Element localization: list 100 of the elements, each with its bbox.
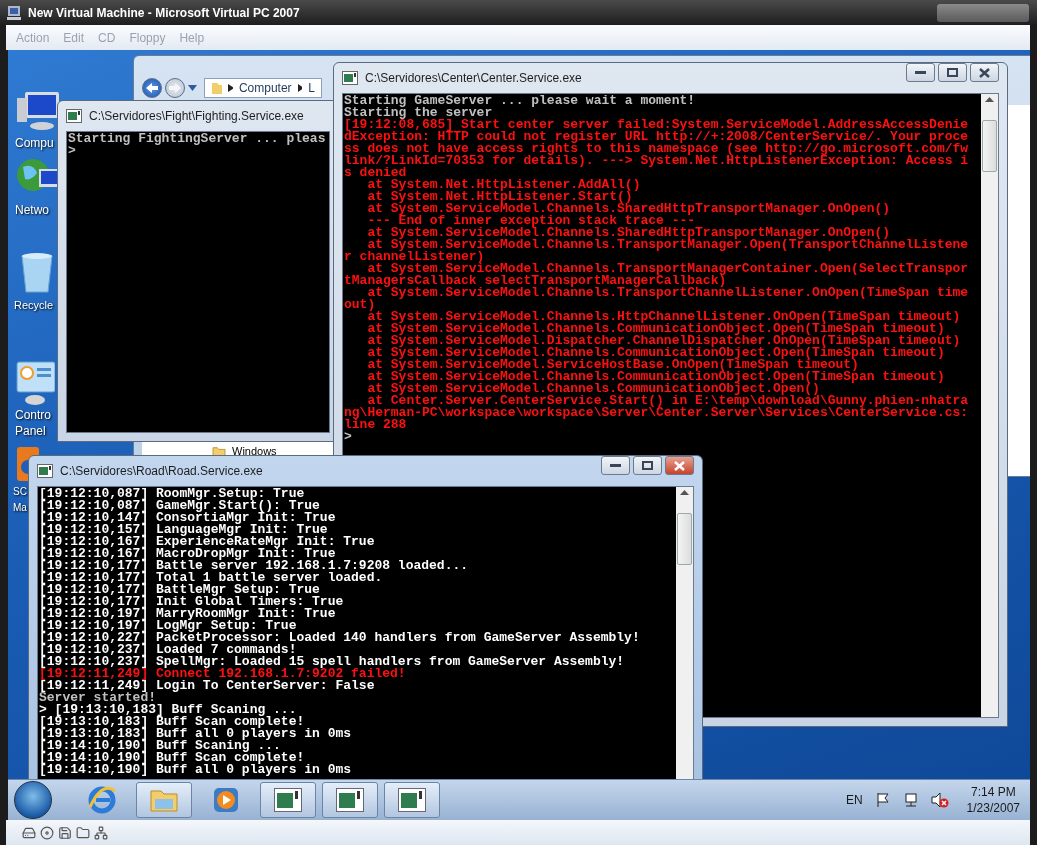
console-line: out) xyxy=(344,299,376,311)
close-button[interactable] xyxy=(970,63,999,82)
scroll-up-icon[interactable] xyxy=(985,97,994,102)
folder-name[interactable]: Windows xyxy=(232,445,277,458)
icon-label[interactable]: Panel xyxy=(15,424,46,438)
console-line: [19:12:10,177] Battle server 192.168.1.7:9208 loaded... xyxy=(39,560,469,572)
console-line: Server started! xyxy=(39,692,157,704)
console-line: at System.ServiceModel.Channels.TransportChannelListener.OnOpen(TimeSpan time xyxy=(367,287,969,299)
icon-label[interactable]: Ma xyxy=(13,501,27,515)
close-button[interactable] xyxy=(665,456,694,475)
taskbar-button[interactable] xyxy=(136,782,192,818)
flag-icon[interactable] xyxy=(874,792,891,808)
console-line: Starting the server xyxy=(344,107,493,119)
console-line: at System.ServiceModel.Channels.SharedHttpTransportManager.OnOpen() xyxy=(366,227,891,239)
taskbar-button[interactable] xyxy=(322,782,378,818)
console-line: at System.ServiceModel.Channels.CommunicationObject.Open(TimeSpan timeout) xyxy=(366,347,945,359)
window-controls[interactable] xyxy=(937,3,1029,22)
console-line: at Center.Server.CenterService.Start() in E:\temp\download\Gunny.phien-nhatra xyxy=(367,395,969,407)
floppy-icon[interactable] xyxy=(58,825,72,840)
virtual-pc-icon xyxy=(6,4,22,21)
console-line: Starting GameServer ... please wait a moment! xyxy=(344,95,696,107)
control-panel-icon[interactable] xyxy=(15,360,55,406)
console-line: [19:12:10,157] LanguageMgr Init: True xyxy=(39,524,328,536)
breadcrumb-item[interactable]: L xyxy=(308,81,315,95)
console-line: at System.ServiceModel.Channels.TransportManager.Open(TransportChannelListene xyxy=(367,239,969,251)
console-line: [19:12:10,197] MarryRoomMgr Init: True xyxy=(39,608,336,620)
icon-label[interactable]: Contro xyxy=(15,408,52,422)
breadcrumb-item[interactable]: Computer xyxy=(238,81,292,95)
forward-button[interactable] xyxy=(165,78,185,98)
icon-label[interactable]: Netwo xyxy=(15,203,49,217)
console-line: [19:12:10,237] SpellMgr: Loaded 15 spell handlers from GameServer Assembly! xyxy=(39,656,625,668)
maximize-button[interactable] xyxy=(633,456,662,475)
console-line: [19:12:10,167] ExperienceRateMgr Init: True xyxy=(39,536,375,548)
maximize-button[interactable] xyxy=(938,63,967,82)
console-line: [19:13:10,183] Buff all 0 players in 0ms xyxy=(39,728,352,740)
dropdown-icon[interactable] xyxy=(188,85,197,91)
chevron-icon[interactable] xyxy=(297,84,303,92)
console-line: [19:13:10,183] Buff Scan complete! xyxy=(39,716,305,728)
back-arrow-icon xyxy=(146,83,158,93)
close-icon xyxy=(979,67,990,78)
console-line: [19:12:10,087] GameMgr.Start(): True xyxy=(39,500,320,512)
console-line: s denied xyxy=(344,167,407,179)
console-line: [19:12:10,197] LogMgr Setup: True xyxy=(39,620,297,632)
icon-label[interactable]: Compu xyxy=(15,136,54,150)
console-line: [19:12:10,177] Init Global Timers: True xyxy=(39,596,344,608)
taskbar-button[interactable] xyxy=(384,782,440,818)
muted-speaker-icon[interactable] xyxy=(930,792,949,808)
console-line: at System.ServiceModel.Channels.CommunicationObject.Open(TimeSpan timeout) xyxy=(366,371,945,383)
console-icon xyxy=(66,109,82,123)
console-line: at System.ServiceModel.Channels.CommunicationObject.Open() xyxy=(366,383,820,395)
folder-icon xyxy=(149,787,179,813)
console-line: --- End of inner exception stack trace --- xyxy=(366,215,696,227)
minimize-icon xyxy=(915,70,926,75)
network-icon[interactable] xyxy=(902,792,919,808)
console-line: > xyxy=(68,145,76,157)
console-line: line 288 xyxy=(344,419,407,431)
console-line: Starting FightingServer ... pleas xyxy=(68,133,326,145)
console-icon xyxy=(274,788,302,812)
network-icon[interactable] xyxy=(94,825,108,840)
maximize-icon xyxy=(642,461,653,470)
console-line: at System.ServiceModel.Dispatcher.ChannelDispatcher.OnOpen(TimeSpan timeout) xyxy=(366,335,961,347)
window-title: C:\Servidores\Road\Road.Service.exe xyxy=(60,464,264,478)
address-bar[interactable]: Computer L xyxy=(204,78,322,98)
start-button[interactable] xyxy=(14,781,52,819)
back-button[interactable] xyxy=(142,78,162,98)
clock-time[interactable]: 7:14 PM xyxy=(970,785,1016,799)
minimize-button[interactable] xyxy=(906,63,935,82)
chevron-icon[interactable] xyxy=(228,84,233,92)
scroll-up-icon[interactable] xyxy=(680,490,689,495)
console-line: ss does not have access rights to this namespace (see http://go.microsoft.com/fw xyxy=(344,143,969,155)
scrollbar-thumb[interactable] xyxy=(982,120,997,172)
console-line: at System.Net.HttpListener.Start() xyxy=(366,191,633,203)
console-line: at System.ServiceModel.Channels.TransportManagerContainer.Open(SelectTranspor xyxy=(367,263,969,275)
browser-icon xyxy=(87,785,117,815)
console-line: [19:12:10,087] RoomMgr.Setup: True xyxy=(39,488,305,500)
folder-icon[interactable] xyxy=(76,825,90,840)
console-line: [19:14:10,190] Buff all 0 players in 0ms xyxy=(39,764,352,776)
clock-date[interactable]: 1/23/2007 xyxy=(966,801,1020,815)
console-line: [19:12:10,147] ConsortiaMgr Init: True xyxy=(39,512,336,524)
icon-label[interactable]: SC xyxy=(13,485,27,499)
console-line: at System.ServiceModel.Channels.SharedHttpTransportManager.OnOpen() xyxy=(366,203,891,215)
icon-label[interactable]: Recycle xyxy=(14,298,54,312)
minimize-button[interactable] xyxy=(601,456,630,475)
taskbar-button[interactable] xyxy=(260,782,316,818)
language-indicator[interactable]: EN xyxy=(845,793,863,807)
console-line: [19:12:10,237] Loaded 7 commands! xyxy=(39,644,297,656)
maximize-icon xyxy=(947,68,958,77)
console-line: [19:12:11,249] Connect 192.168.1.7:9202 failed! xyxy=(39,668,406,680)
console-line: [19:12:11,249] Login To CenterServer: False xyxy=(39,680,375,692)
console-line: [19:12:10,177] Total 1 battle server loaded. xyxy=(39,572,383,584)
scrollbar[interactable] xyxy=(676,487,693,780)
scrollbar[interactable] xyxy=(981,94,998,717)
console-line: at System.ServiceModel.ServiceHostBase.OnOpen(TimeSpan timeout) xyxy=(366,359,859,371)
window-title: C:\Servidores\Fight\Fighting.Service.exe xyxy=(89,109,305,123)
console-line: [19:12:10,167] MacroDropMgr Init: True xyxy=(39,548,336,560)
disc-icon[interactable] xyxy=(40,825,54,840)
console-icon xyxy=(336,788,364,812)
scrollbar-thumb[interactable] xyxy=(677,513,692,565)
console-line: > xyxy=(344,431,352,443)
minimize-icon xyxy=(610,463,621,468)
